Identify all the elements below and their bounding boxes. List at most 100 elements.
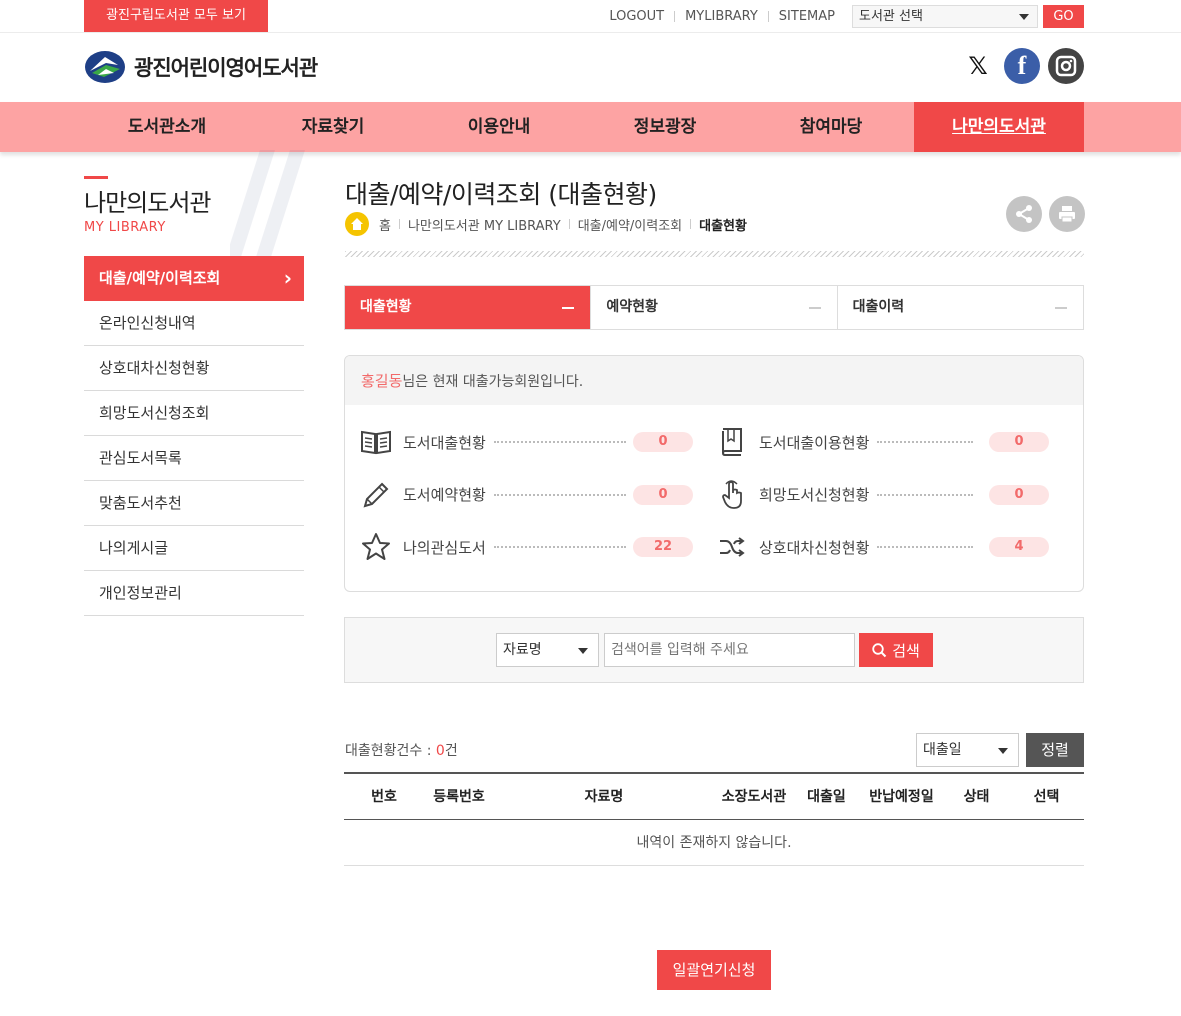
leader-dots [877, 546, 974, 548]
bulk-extend-button[interactable]: 일괄연기신청 [657, 950, 771, 990]
column-header: 상태 [963, 789, 990, 805]
search-field-value: 자료명 [503, 642, 542, 658]
pencil-icon [359, 478, 393, 512]
stat-label: 도서대출이용현황 [759, 433, 870, 452]
instagram-icon[interactable] [1048, 48, 1084, 84]
user-name: 홍길동 [361, 372, 403, 390]
breadcrumb-loan-reservation[interactable]: 대출/예약/이력조회 [570, 215, 690, 234]
logo[interactable]: 광진어린이영어도서관 [84, 49, 318, 85]
column-header: 번호 [371, 789, 397, 805]
sidebar-item-favorites[interactable]: 관심도서목록 [84, 436, 304, 481]
tab-reservation-status[interactable]: 예약현황 [590, 286, 836, 329]
sidebar-menu: 대출/예약/이력조회 › 온라인신청내역 상호대차신청현황 희망도서신청조회 관… [84, 256, 304, 616]
logout-link[interactable]: LOGOUT [599, 9, 674, 24]
open-book-icon [359, 425, 393, 459]
nav-item-info[interactable]: 정보광장 [582, 102, 748, 152]
member-status-text: 님은 현재 대출가능회원입니다. [402, 374, 584, 390]
breadcrumb: 홈 나만의도서관 MY LIBRARY 대출/예약/이력조회 대출현황 [345, 212, 755, 236]
search-field-select[interactable]: 자료명 [496, 633, 599, 667]
sidebar-item-recommendations[interactable]: 맞춤도서추천 [84, 481, 304, 526]
tab-label: 대출이력 [852, 299, 905, 315]
social-links: 𝕏 f [960, 48, 1084, 84]
sidebar-item-online-requests[interactable]: 온라인신청내역 [84, 301, 304, 346]
print-icon[interactable] [1049, 196, 1085, 232]
stat-value-badge: 4 [989, 537, 1049, 557]
leader-dots [877, 441, 974, 443]
chevron-down-icon [578, 648, 588, 654]
sidebar-item-wish-books[interactable]: 희망도서신청조회 [84, 391, 304, 436]
stats-grid: 도서대출현황 0 도서대출이용현황 0 도서예약현황 0 희망도서신청현황 0 … [359, 424, 1071, 582]
empty-message: 내역이 존재하지 않습니다. [344, 820, 1084, 866]
loan-count: 대출현황건수 : 0건 [345, 740, 458, 760]
loan-count-value: 0 [435, 743, 445, 759]
tab-loan-status[interactable]: 대출현황 [345, 286, 591, 329]
stat-interlibrary-loan[interactable]: 상호대차신청현황 4 [715, 529, 1071, 565]
leader-dots [877, 493, 974, 496]
all-libraries-button[interactable]: 광진구립도서관 모두 보기 [84, 0, 268, 32]
stat-loan-usage[interactable]: 도서대출이용현황 0 [715, 424, 1071, 460]
stat-favorite-books[interactable]: 나의관심도서 22 [359, 529, 715, 565]
go-button[interactable]: GO [1043, 5, 1084, 28]
mylibrary-link[interactable]: MYLIBRARY [675, 9, 768, 24]
member-summary-panel: 홍길동님은 현재 대출가능회원입니다. 도서대출현황 0 도서대출이용현황 0 [344, 355, 1084, 592]
sidebar-item-personal-info[interactable]: 개인정보관리 [84, 571, 304, 616]
member-status-message: 홍길동님은 현재 대출가능회원입니다. [345, 356, 1083, 405]
x-icon[interactable]: 𝕏 [960, 48, 996, 84]
chevron-down-icon [998, 748, 1008, 754]
leader-dots [493, 493, 626, 496]
book-icon [715, 425, 749, 459]
chevron-right-icon: › [283, 266, 292, 290]
decorative-stripes [230, 150, 305, 260]
stat-label: 상호대차신청현황 [759, 538, 870, 557]
site-header: 광진어린이영어도서관 𝕏 f [0, 33, 1181, 102]
stat-value-badge: 0 [633, 484, 693, 505]
breadcrumb-home[interactable]: 홈 [379, 215, 399, 234]
stat-value-badge: 0 [633, 432, 693, 452]
column-header: 자료명 [584, 789, 624, 805]
search-icon [872, 642, 887, 657]
stat-label: 도서대출현황 [403, 433, 486, 452]
nav-item-participation[interactable]: 참여마당 [748, 102, 914, 152]
table-header: 번호 등록번호 자료명 소장도서관 대출일 반납예정일 상태 선택 [344, 774, 1084, 820]
facebook-icon[interactable]: f [1004, 48, 1040, 84]
share-icon[interactable] [1006, 196, 1042, 232]
column-header: 반납예정일 [869, 789, 934, 805]
main-navigation: 도서관소개 자료찾기 이용안내 정보광장 참여마당 나만의도서관 [0, 102, 1181, 152]
library-select[interactable]: 도서관 선택 [852, 5, 1038, 28]
tab-loan-history[interactable]: 대출이력 [836, 286, 1083, 329]
nav-item-about[interactable]: 도서관소개 [84, 102, 250, 152]
loan-count-unit: 건 [444, 743, 458, 759]
column-header: 소장도서관 [721, 789, 787, 805]
tab-label: 대출현황 [360, 299, 412, 315]
sort-select[interactable]: 대출일 [916, 733, 1019, 767]
stat-value-badge: 0 [989, 484, 1049, 505]
status-tabs: 대출현황 예약현황 대출이력 [344, 285, 1084, 330]
minus-icon [1054, 307, 1067, 309]
stat-loan-status[interactable]: 도서대출현황 0 [359, 424, 715, 460]
search-button[interactable]: 검색 [859, 633, 933, 667]
sitemap-link[interactable]: SITEMAP [769, 9, 845, 24]
nav-item-search[interactable]: 자료찾기 [250, 102, 416, 152]
library-logo-icon [85, 51, 125, 83]
nav-item-my-library[interactable]: 나만의도서관 [914, 102, 1084, 152]
breadcrumb-my-library[interactable]: 나만의도서관 MY LIBRARY [400, 215, 569, 234]
stat-label: 나의관심도서 [403, 538, 486, 557]
title-divider [345, 251, 1084, 257]
page-title: 대출/예약/이력조회 (대출현황) [345, 180, 657, 209]
stat-reservation-status[interactable]: 도서예약현황 0 [359, 477, 715, 513]
search-input[interactable] [604, 633, 855, 667]
sidebar-item-loan-reservation[interactable]: 대출/예약/이력조회 › [84, 256, 304, 301]
sidebar-title: 나만의도서관 [84, 189, 211, 217]
top-utility-bar: 광진구립도서관 모두 보기 LOGOUT MYLIBRARY SITEMAP 도… [0, 0, 1181, 33]
sort-button[interactable]: 정렬 [1026, 733, 1084, 767]
sidebar-item-interlibrary-loan[interactable]: 상호대차신청현황 [84, 346, 304, 391]
column-header: 선택 [1033, 789, 1060, 805]
stat-label: 도서예약현황 [403, 486, 486, 504]
nav-item-guide[interactable]: 이용안내 [416, 102, 582, 152]
home-icon[interactable] [345, 212, 369, 236]
breadcrumb-current: 대출현황 [699, 218, 747, 234]
sidebar-title-accent [84, 176, 108, 179]
search-button-label: 검색 [892, 641, 920, 660]
stat-wish-book-requests[interactable]: 희망도서신청현황 0 [715, 477, 1071, 513]
sidebar-item-my-posts[interactable]: 나의게시글 [84, 526, 304, 571]
